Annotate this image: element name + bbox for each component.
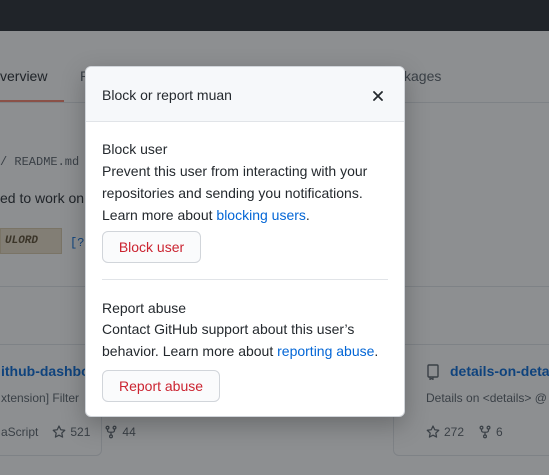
block-report-dialog: Block or report muan Block user Prevent … [85,66,405,417]
report-abuse-heading: Report abuse [102,300,187,316]
dialog-divider [102,279,388,280]
dialog-header: Block or report muan [86,67,404,122]
reporting-abuse-link[interactable]: reporting abuse [277,343,374,359]
block-user-description: Prevent this user from interacting with … [102,163,368,223]
report-abuse-button[interactable]: Report abuse [102,370,220,402]
report-abuse-description: Contact GitHub support about this user’s… [102,321,379,359]
block-user-heading: Block user [102,141,168,157]
block-user-button[interactable]: Block user [102,231,201,263]
dialog-title: Block or report muan [102,87,232,103]
close-button[interactable] [368,86,388,106]
blocking-users-link[interactable]: blocking users [216,207,306,223]
close-icon [373,91,383,101]
